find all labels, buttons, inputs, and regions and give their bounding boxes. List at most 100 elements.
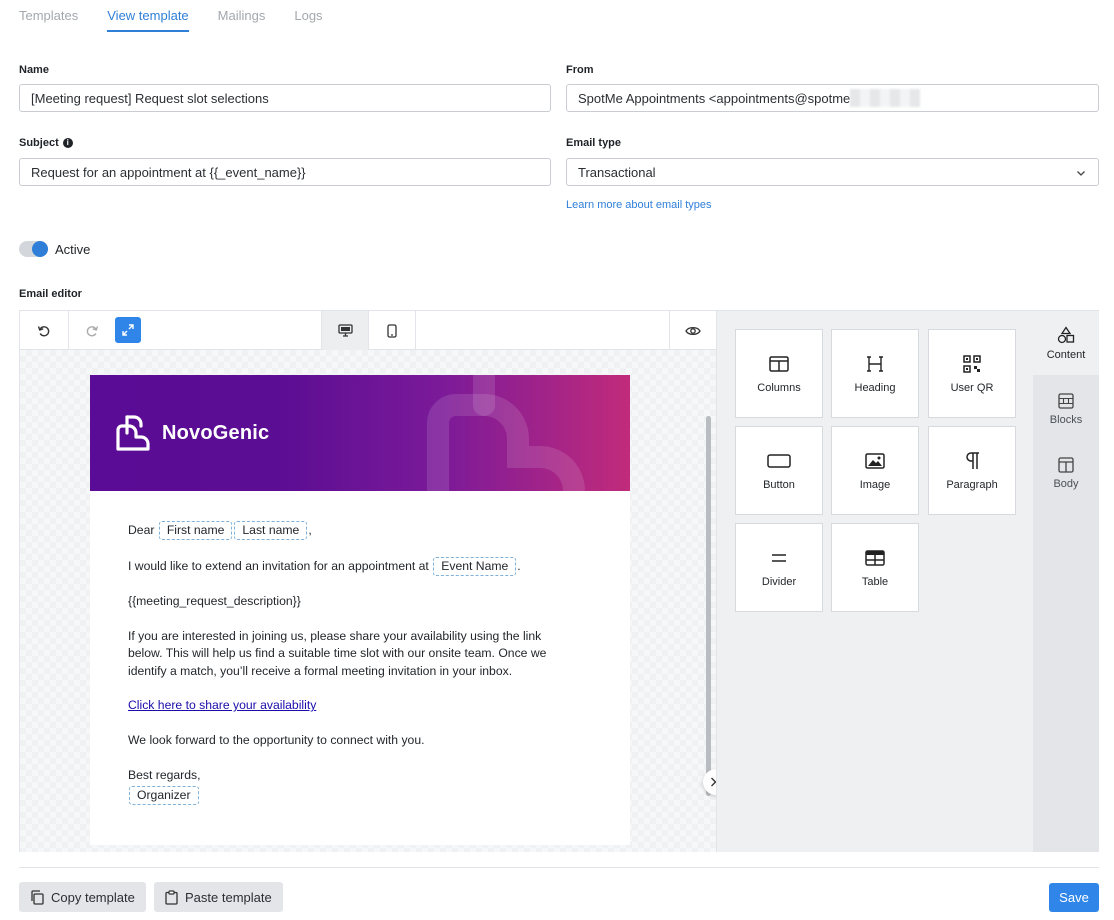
body-layout-icon: [1058, 456, 1074, 473]
side-tab-content[interactable]: Content: [1033, 311, 1099, 375]
image-icon: [865, 453, 885, 469]
redacted-blur: [850, 89, 921, 107]
email-preview: NovoGenic Dear First name Last name, I wo…: [90, 375, 630, 845]
heading-icon: [867, 356, 883, 372]
tab-view-template[interactable]: View template: [107, 0, 189, 32]
mobile-view-button[interactable]: [369, 311, 415, 350]
organizer-merge-tag[interactable]: Organizer: [129, 786, 199, 806]
copy-template-button[interactable]: Copy template: [19, 882, 146, 912]
tab-logs[interactable]: Logs: [294, 0, 322, 32]
side-tab-label: Blocks: [1049, 413, 1083, 426]
toggle-knob: [32, 241, 48, 257]
greeting-line: Dear First name Last name,: [128, 521, 578, 540]
tile-heading[interactable]: Heading: [831, 329, 919, 418]
paste-template-label: Paste template: [185, 889, 272, 905]
tile-label: Table: [861, 576, 889, 588]
desktop-view-button[interactable]: [322, 311, 368, 350]
active-toggle[interactable]: [19, 241, 48, 257]
email-type-label: Email type: [566, 137, 622, 149]
blocks-icon: [1058, 392, 1074, 409]
name-label: Name: [19, 64, 49, 76]
tile-image[interactable]: Image: [831, 426, 919, 515]
share-availability-link[interactable]: Click here to share your availability: [128, 698, 316, 712]
email-body[interactable]: Dear First name Last name, I would like t…: [128, 521, 578, 806]
novogenic-logo-icon: [116, 415, 150, 451]
fullscreen-button[interactable]: [115, 317, 141, 343]
chevron-down-icon: [1077, 171, 1085, 176]
tile-paragraph[interactable]: Paragraph: [928, 426, 1016, 515]
from-label: From: [566, 64, 594, 76]
brand-logo: NovoGenic: [114, 413, 269, 453]
first-name-merge-tag[interactable]: First name: [158, 521, 233, 540]
tile-label: User QR: [950, 382, 994, 394]
tile-label: Button: [763, 479, 795, 491]
regards-line: Best regards,: [128, 767, 201, 782]
period-text: .: [517, 559, 521, 573]
description-variable: {{meeting_request_description}}: [128, 594, 301, 608]
tile-label: Divider: [761, 576, 797, 588]
tab-mailings[interactable]: Mailings: [218, 0, 266, 32]
clipboard-icon: [165, 889, 178, 905]
mobile-icon: [387, 323, 397, 338]
comma-text: ,: [308, 523, 312, 537]
email-type-select[interactable]: Transactional: [566, 158, 1099, 186]
email-header-banner[interactable]: NovoGenic: [90, 375, 630, 491]
editor-toolbar: [20, 311, 716, 350]
paragraph-icon: [966, 452, 979, 469]
divider-icon: [772, 554, 786, 562]
invite-text: I would like to extend an invitation for…: [128, 559, 429, 573]
redo-icon: [86, 325, 99, 336]
canvas-scrollbar[interactable]: [706, 416, 711, 796]
info-icon[interactable]: i: [62, 138, 73, 148]
footer-divider: [19, 867, 1099, 868]
tab-bar: Templates View template Mailings Logs: [19, 0, 323, 34]
side-tab-label: Content: [1046, 348, 1086, 361]
table-icon: [865, 550, 885, 566]
content-panel: Columns Heading User QR Button Image Par…: [716, 311, 1033, 852]
banner-watermark-logo: [427, 375, 585, 491]
event-name-merge-tag[interactable]: Event Name: [433, 557, 517, 576]
tile-button[interactable]: Button: [735, 426, 823, 515]
active-label: Active: [55, 242, 91, 257]
desktop-icon: [337, 324, 353, 337]
side-tab-label: Body: [1053, 477, 1079, 490]
tab-templates[interactable]: Templates: [19, 0, 78, 32]
preview-button[interactable]: [670, 311, 716, 350]
expand-icon: [122, 324, 134, 336]
tile-columns[interactable]: Columns: [735, 329, 823, 418]
subject-value: Request for an appointment at {{_event_n…: [31, 164, 306, 180]
tile-user-qr[interactable]: User QR: [928, 329, 1016, 418]
learn-more-email-types-link[interactable]: Learn more about email types: [566, 199, 712, 211]
name-value: [Meeting request] Request slot selection…: [31, 90, 269, 106]
subject-label-text: Subject: [19, 137, 59, 149]
from-input[interactable]: SpotMe Appointments <appointments@spotme: [566, 84, 1099, 112]
last-name-merge-tag[interactable]: Last name: [234, 521, 308, 540]
undo-button[interactable]: [20, 311, 68, 350]
paste-template-button[interactable]: Paste template: [154, 882, 283, 912]
dear-text: Dear: [128, 523, 155, 537]
eye-icon: [685, 326, 701, 335]
copy-template-label: Copy template: [51, 889, 135, 905]
email-editor: NovoGenic Dear First name Last name, I wo…: [19, 310, 1099, 852]
save-button[interactable]: Save: [1049, 883, 1099, 912]
brand-name: NovoGenic: [162, 421, 270, 444]
subject-input[interactable]: Request for an appointment at {{_event_n…: [19, 158, 551, 186]
closing-line: We look forward to the opportunity to co…: [128, 732, 425, 747]
side-tab-body[interactable]: Body: [1033, 441, 1099, 505]
tile-label: Image: [859, 479, 891, 491]
copy-icon: [31, 889, 44, 905]
name-input[interactable]: [Meeting request] Request slot selection…: [19, 84, 551, 112]
from-value: SpotMe Appointments <appointments@spotme: [578, 90, 851, 106]
shapes-icon: [1057, 325, 1075, 343]
invitation-line: I would like to extend an invitation for…: [128, 557, 578, 576]
email-canvas[interactable]: NovoGenic Dear First name Last name, I wo…: [20, 350, 716, 852]
availability-paragraph: If you are interested in joining us, ple…: [128, 628, 547, 678]
subject-label: Subject i: [19, 137, 73, 149]
tile-table[interactable]: Table: [831, 523, 919, 612]
columns-icon: [769, 356, 789, 372]
tile-divider[interactable]: Divider: [735, 523, 823, 612]
editor-side-tabs: Content Blocks Body: [1033, 311, 1099, 852]
side-tab-blocks[interactable]: Blocks: [1033, 377, 1099, 441]
tile-label: Heading: [854, 382, 896, 394]
redo-button[interactable]: [69, 311, 115, 350]
